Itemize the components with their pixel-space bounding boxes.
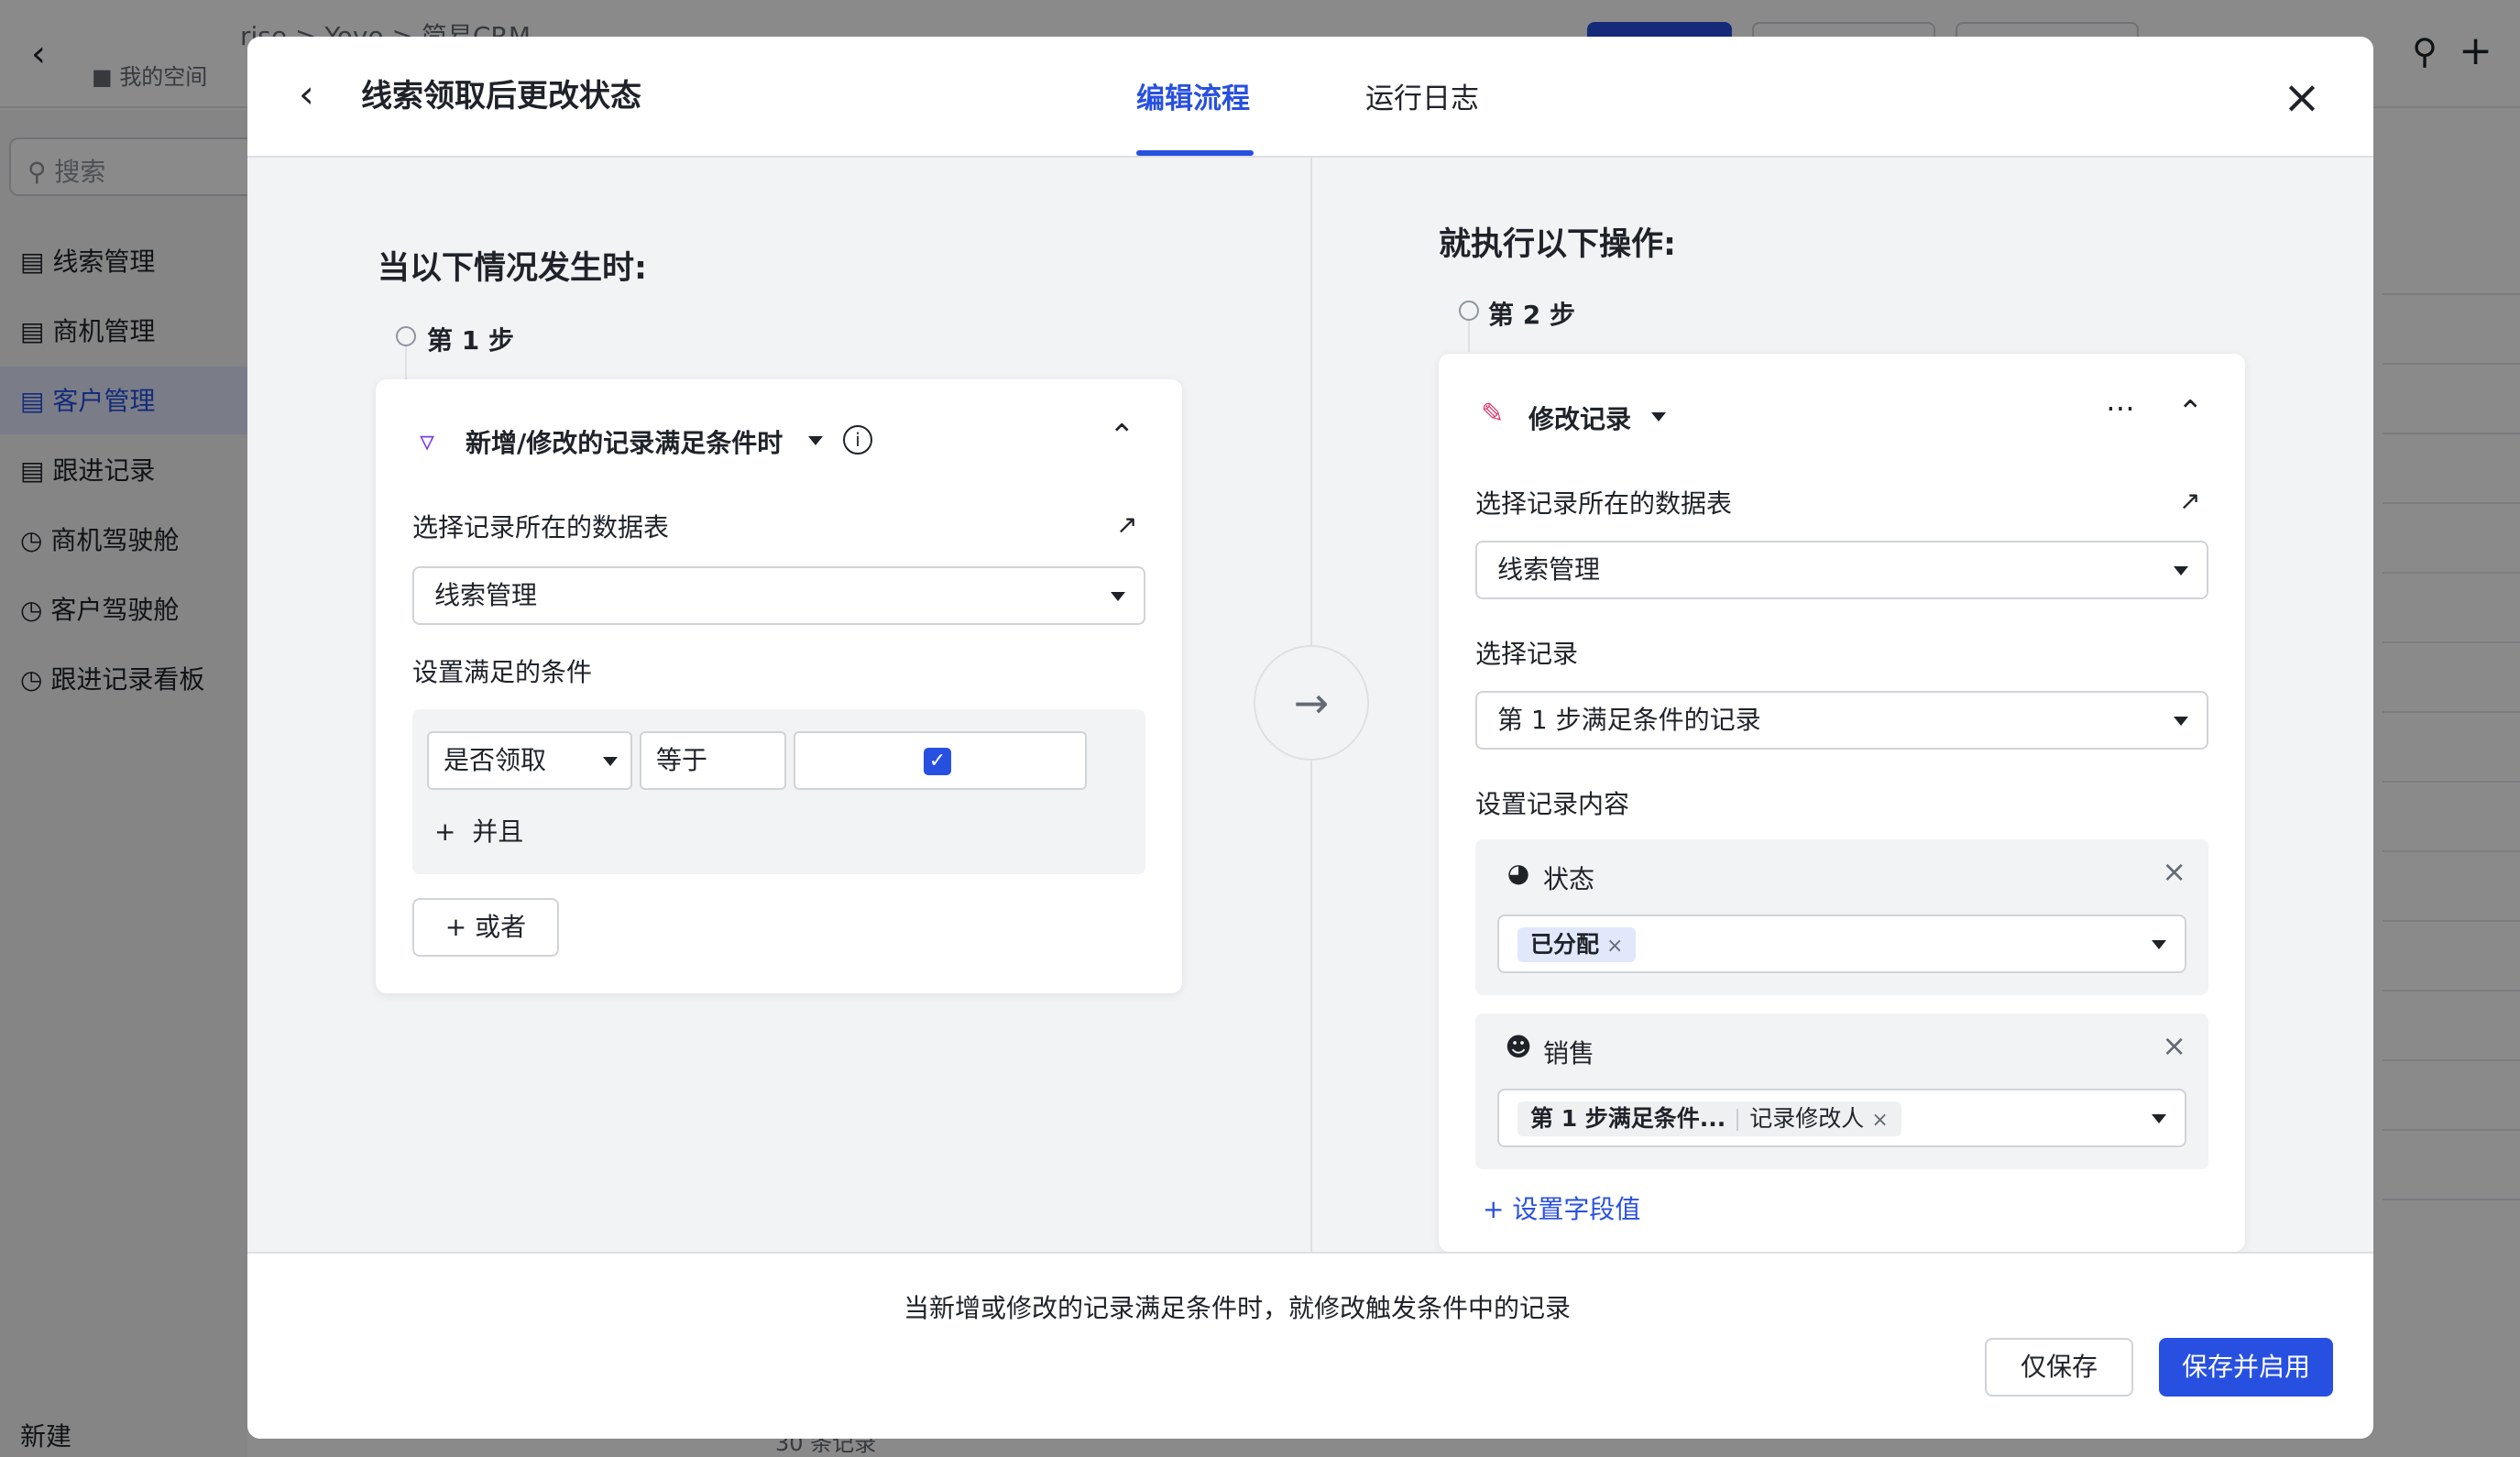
sales-value-select[interactable]: 第 1 步满足条件... 记录修改人 × (1497, 1089, 2186, 1147)
status-value-select[interactable]: 已分配 × (1497, 915, 2186, 973)
select-value: 等于 (656, 745, 708, 775)
select-value: 线索管理 (1497, 554, 1601, 585)
modal-title: 线索领取后更改状态 (361, 78, 641, 115)
remove-field-icon[interactable]: × (2162, 854, 2186, 889)
status-tag: 已分配 × (1517, 927, 1637, 962)
select-value: 是否领取 (444, 745, 547, 775)
arrow-right-icon: → (1254, 645, 1369, 761)
table-label: 选择记录所在的数据表 (412, 512, 670, 542)
more-icon[interactable]: ⋯ (2106, 390, 2137, 425)
field-setting-status: ◕ 状态 × 已分配 × (1475, 839, 2208, 995)
tag-prefix: 第 1 步满足条件... (1530, 1105, 1726, 1132)
remove-field-icon[interactable]: × (2162, 1028, 2186, 1063)
content-label: 设置记录内容 (1475, 789, 1630, 819)
chevron-down-icon (2152, 940, 2166, 949)
record-label: 选择记录 (1475, 639, 1579, 669)
step-2-label: 第 2 步 (1488, 300, 1575, 330)
collapse-icon[interactable]: ⌃ (1109, 418, 1135, 455)
condition-label: 设置满足的条件 (412, 657, 593, 687)
tag-separator (1737, 1109, 1739, 1131)
action-type[interactable]: 修改记录 (1528, 400, 1631, 436)
add-field-value-button[interactable]: + 设置字段值 (1483, 1189, 1640, 1226)
trigger-type[interactable]: 新增/修改的记录满足条件时 (466, 423, 783, 460)
status-icon: ◕ (1507, 858, 1530, 888)
step-line (1468, 321, 1470, 352)
step-line (405, 346, 407, 383)
and-label: 并且 (472, 816, 524, 847)
field-name: 销售 (1543, 1038, 1595, 1068)
chevron-down-icon (2152, 1114, 2166, 1123)
action-section-title: 就执行以下操作: (1439, 226, 1676, 263)
condition-operator-select[interactable]: 等于 (640, 731, 786, 790)
add-and-condition-button[interactable]: + 并且 (434, 812, 523, 849)
add-field-label: 设置字段值 (1512, 1194, 1641, 1224)
back-icon[interactable]: ‹ (299, 71, 335, 117)
or-label: 或者 (475, 912, 527, 942)
step-dot (396, 326, 416, 346)
chevron-down-icon[interactable] (1651, 412, 1666, 422)
action-table-select[interactable]: 线索管理 (1475, 541, 2208, 599)
trigger-table-select[interactable]: 线索管理 (412, 566, 1145, 625)
chevron-down-icon (2174, 717, 2188, 726)
tag-label: 已分配 (1530, 931, 1600, 958)
field-setting-sales: ☻ 销售 × 第 1 步满足条件... 记录修改人 × (1475, 1013, 2208, 1169)
external-link-icon[interactable]: ↗ (1116, 511, 1144, 539)
person-icon: ☻ (1505, 1032, 1532, 1062)
reference-tag: 第 1 步满足条件... 记录修改人 × (1517, 1101, 1901, 1136)
collapse-icon[interactable]: ⌃ (2177, 394, 2204, 431)
tab-edit-flow[interactable]: 编辑流程 (1136, 79, 1250, 119)
info-icon[interactable]: i (843, 425, 872, 455)
modal-footer: 当新增或修改的记录满足条件时，就修改触发条件中的记录 仅保存 保存并启用 (247, 1252, 2373, 1439)
close-icon[interactable]: × (2276, 71, 2328, 123)
field-name: 状态 (1543, 864, 1595, 894)
tag-label: 记录修改人 (1749, 1105, 1865, 1132)
chevron-down-icon (1111, 592, 1125, 601)
modal-header: ‹ 线索领取后更改状态 编辑流程 运行日志 × (247, 37, 2373, 158)
automation-modal: ‹ 线索领取后更改状态 编辑流程 运行日志 × → 当以下情况发生时: 第 1 … (247, 37, 2373, 1439)
select-value: 线索管理 (434, 580, 538, 610)
trigger-section-title: 当以下情况发生时: (378, 250, 647, 287)
chevron-down-icon[interactable] (808, 436, 823, 445)
save-and-enable-button[interactable]: 保存并启用 (2159, 1338, 2333, 1397)
chevron-down-icon (2174, 566, 2188, 575)
condition-field-select[interactable]: 是否领取 (427, 731, 632, 790)
select-value: 第 1 步满足条件的记录 (1497, 705, 1761, 735)
save-button[interactable]: 仅保存 (1985, 1338, 2133, 1397)
action-card: ✎ 修改记录 ⋯ ⌃ 选择记录所在的数据表 ↗ 线索管理 选择记录 第 1 步满… (1439, 354, 2245, 1252)
filter-icon: ▿ (420, 423, 435, 458)
external-link-icon[interactable]: ↗ (2179, 487, 2207, 515)
add-or-condition-button[interactable]: + 或者 (412, 898, 559, 957)
trigger-card: ▿ 新增/修改的记录满足条件时 i ⌃ 选择记录所在的数据表 ↗ 线索管理 设置… (376, 379, 1182, 993)
step-1-label: 第 1 步 (427, 325, 514, 356)
checkbox-checked-icon[interactable]: ✓ (924, 748, 951, 775)
chevron-down-icon (603, 757, 618, 766)
condition-value: ✓ (794, 731, 1087, 790)
step-dot (1459, 301, 1479, 321)
flow-editor: → 当以下情况发生时: 第 1 步 ▿ 新增/修改的记录满足条件时 i ⌃ 选择… (247, 158, 2373, 1252)
tab-run-log[interactable]: 运行日志 (1365, 79, 1479, 119)
condition-group: 是否领取 等于 ✓ + 并且 (412, 709, 1145, 874)
table-label: 选择记录所在的数据表 (1475, 488, 1733, 519)
flow-description: 当新增或修改的记录满足条件时，就修改触发条件中的记录 (903, 1293, 1571, 1323)
remove-tag-icon[interactable]: × (1606, 935, 1623, 958)
remove-tag-icon[interactable]: × (1871, 1109, 1888, 1132)
edit-icon: ✎ (1481, 398, 1505, 430)
active-tab-indicator (1136, 150, 1254, 156)
record-select[interactable]: 第 1 步满足条件的记录 (1475, 691, 2208, 750)
